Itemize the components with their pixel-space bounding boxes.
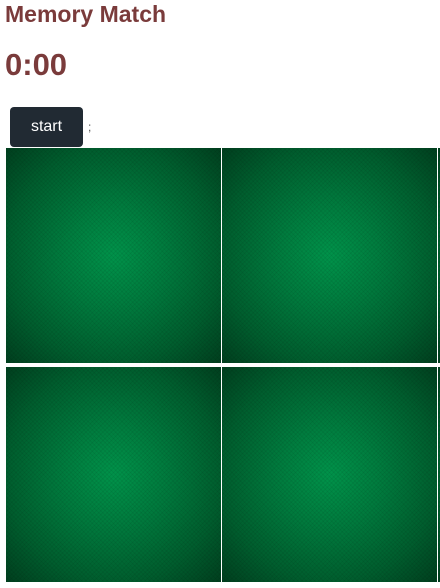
card-back[interactable]	[222, 148, 437, 363]
page-title: Memory Match	[5, 1, 167, 27]
timer-display: 0:00	[5, 47, 68, 82]
status-text: ;	[88, 120, 92, 134]
card-back[interactable]	[6, 148, 221, 363]
card-back[interactable]	[6, 367, 221, 582]
start-button[interactable]: start	[10, 107, 83, 147]
card-back[interactable]	[222, 367, 437, 582]
card-grid	[5, 148, 440, 588]
